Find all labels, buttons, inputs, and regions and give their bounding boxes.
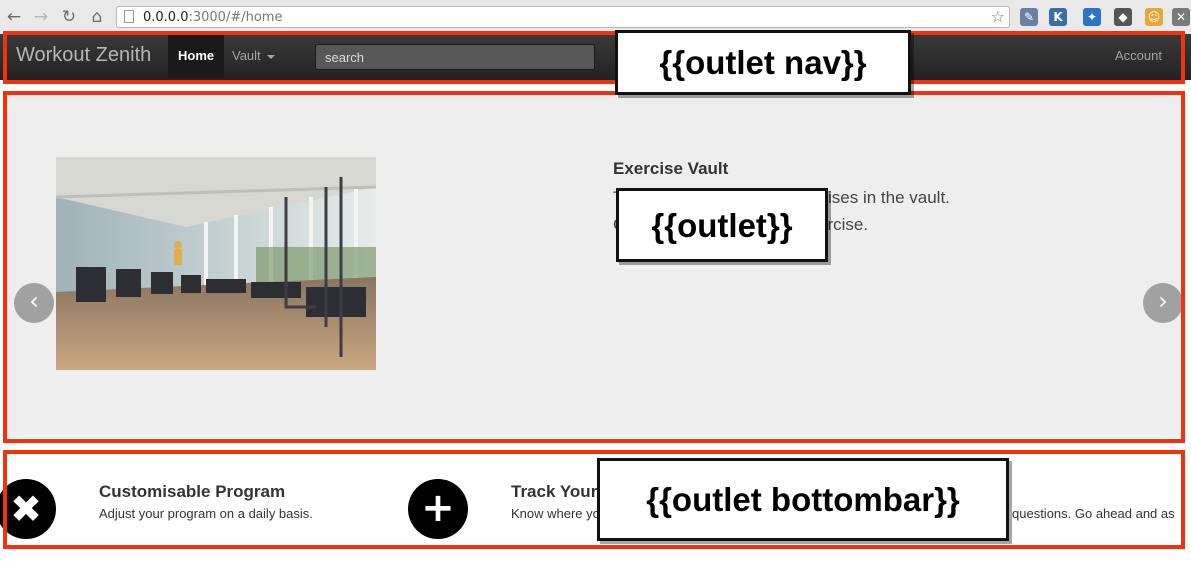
cookie-extension-icon[interactable]: ☺ [1145,8,1163,26]
k-extension-icon[interactable]: K [1049,8,1067,26]
annotation-outlet-bottombar: {{outlet bottombar}} [597,458,1009,541]
pin-extension-icon[interactable]: ✦ [1083,8,1101,26]
url-text: 0.0.0.0:3000/#/home [143,10,283,25]
browser-toolbar: ← → ↻ ⌂ 0.0.0.0:3000/#/home ☆ ✎ K ✦ ◆ ☺ … [0,0,1191,35]
evernote-icon[interactable]: ◆ [1114,8,1132,26]
reload-icon[interactable]: ↻ [60,8,78,26]
home-icon[interactable]: ⌂ [88,8,106,26]
outlet-main-outline [3,91,1185,443]
wrench-icon[interactable]: ✕ [1172,8,1190,26]
annotation-outlet-nav: {{outlet nav}} [615,30,911,95]
outlet-nav-outline [3,31,1185,84]
page-icon [124,10,134,23]
eyedropper-icon[interactable]: ✎ [1020,8,1038,26]
bookmark-star-icon[interactable]: ☆ [991,7,1005,26]
address-bar[interactable]: 0.0.0.0:3000/#/home ☆ [116,6,1010,28]
back-icon[interactable]: ← [5,8,23,26]
annotation-outlet-main: {{outlet}} [616,188,828,262]
forward-icon[interactable]: → [32,8,50,26]
